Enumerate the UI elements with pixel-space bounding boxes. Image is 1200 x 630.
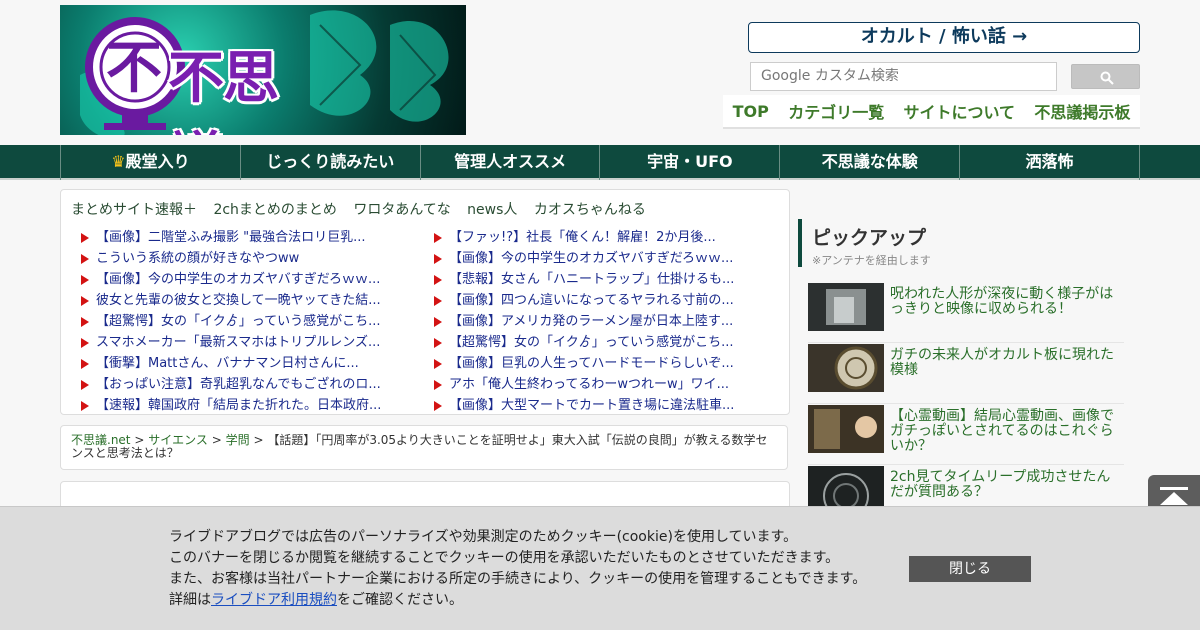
antenna-links-right: 【ファッ!?】社長「俺くん！解雇！2か月後... 【画像】今の中学生のオカズヤバ…: [434, 225, 784, 414]
pickup-subtitle: ※アンテナを経由します: [812, 254, 931, 267]
cookie-banner: ライブドアブログでは広告のパーソナライズや効果測定のためクッキー(cookie)…: [0, 506, 1200, 630]
antenna-link[interactable]: 【画像】今の中学生のオカズヤバすぎだろｗｗ...: [81, 267, 431, 288]
cookie-message: ライブドアブログでは広告のパーソナライズや効果測定のためクッキー(cookie)…: [169, 527, 866, 611]
pickup-item[interactable]: 【心霊動画】結局心霊動画、画像でガチっぽいとされてるのはこれぐらいか？: [808, 405, 1124, 465]
antenna-tab[interactable]: 2chまとめのまとめ: [213, 202, 336, 218]
antenna-link[interactable]: 【おっぱい注意】奇乳超乳なんでもござれのロ...: [81, 372, 431, 393]
antenna-tab[interactable]: まとめサイト速報＋: [71, 202, 197, 218]
site-logo[interactable]: 不 不思議.NET: [60, 5, 466, 135]
cookie-line: このバナーを閉じるか閲覧を継続することでクッキーの使用を承認いただいたものとさせ…: [169, 550, 840, 566]
antenna-tabs: まとめサイト速報＋ 2chまとめのまとめ ワロタあんてな news人 カオスちゃ…: [71, 199, 658, 219]
arrow-right-icon: [434, 253, 442, 264]
arrow-right-icon: [434, 274, 442, 285]
antenna-link[interactable]: 【画像】四つん這いになってるヤラれる寸前の...: [434, 288, 784, 309]
category-sharekowa[interactable]: 洒落怖: [960, 145, 1140, 180]
antenna-link[interactable]: 【悲報】女さん「ハニートラップ」仕掛けるも...: [434, 267, 784, 288]
category-bar: ♛殿堂入り じっくり読みたい 管理人オススメ 宇宙・UFO 不思議な体験 洒落怖: [0, 145, 1200, 180]
pickup-item[interactable]: 呪われた人形が深夜に動く様子がはっきりと映像に収められる！: [808, 283, 1124, 343]
antenna-link[interactable]: 【速報】韓国政府「結局また折れた。日本政府...: [81, 393, 431, 414]
antenna-link[interactable]: 【画像】今の中学生のオカズヤバすぎだろｗｗ...: [434, 246, 784, 267]
breadcrumb-category[interactable]: サイエンス: [148, 433, 208, 447]
antenna-tab[interactable]: news人: [467, 202, 517, 218]
category-space-ufo[interactable]: 宇宙・UFO: [600, 145, 781, 180]
nav-top[interactable]: TOP: [733, 102, 769, 121]
breadcrumb: 不思議.net > サイエンス > 学問 > 【話題】「円周率が3.05より大き…: [60, 425, 788, 470]
arrow-right-icon: [434, 232, 442, 243]
antenna-link[interactable]: 【画像】二階堂ふみ撮影 "最強合法ロリ巨乳...: [81, 225, 431, 246]
breadcrumb-separator: >: [253, 433, 264, 447]
nav-about[interactable]: サイトについて: [904, 99, 1016, 123]
pickup-thumbnail: [808, 283, 884, 331]
antenna-link[interactable]: 【超驚愕】女の「イクゟ」っていう感覚がこち...: [434, 330, 784, 351]
arrow-right-icon: [81, 274, 89, 285]
logo-text: 不思議.NET: [168, 45, 375, 135]
arrow-right-icon: [81, 337, 89, 348]
category-label: 殿堂入り: [125, 152, 190, 171]
breadcrumb-separator: >: [211, 433, 222, 447]
arrow-right-icon: [434, 295, 442, 306]
arrow-right-icon: [81, 379, 89, 390]
pickup-title-link: 【心霊動画】結局心霊動画、画像でガチっぽいとされてるのはこれぐらいか？: [890, 408, 1114, 454]
pickup-title: ピックアップ: [812, 227, 927, 249]
arrow-right-icon: [81, 316, 89, 327]
pickup-title-link: ガチの未来人がオカルト板に現れた模様: [890, 347, 1114, 378]
pickup-title-link: 呪われた人形が深夜に動く様子がはっきりと映像に収められる！: [890, 286, 1114, 317]
search-icon: [1100, 71, 1114, 85]
arrow-right-icon: [434, 337, 442, 348]
breadcrumb-separator: >: [134, 433, 145, 447]
antenna-tab[interactable]: カオスちゃんねる: [534, 202, 646, 218]
antenna-link[interactable]: こういう系統の顔が好きなやつww: [81, 246, 431, 267]
site-header: 不 不思議.NET オカルト / 怖い話 → Google カスタム検索 TOP…: [0, 0, 1200, 145]
antenna-link[interactable]: 【超驚愕】女の「イクゟ」っていう感覚がこち...: [81, 309, 431, 330]
search-input[interactable]: Google カスタム検索: [750, 62, 1057, 91]
breadcrumb-home[interactable]: 不思議.net: [71, 433, 131, 447]
antenna-link[interactable]: 【画像】巨乳の人生ってハードモードらしいぞ...: [434, 351, 784, 372]
top-nav: TOP カテゴリ一覧 サイトについて 不思議掲示板: [723, 95, 1140, 129]
crown-icon: ♛: [111, 152, 126, 171]
arrow-right-icon: [434, 358, 442, 369]
pickup-thumbnail: [808, 405, 884, 453]
pickup-thumbnail: [808, 344, 884, 392]
cookie-line: ライブドアブログでは広告のパーソナライズや効果測定のためクッキー(cookie)…: [169, 529, 798, 545]
antenna-links-left: 【画像】二階堂ふみ撮影 "最強合法ロリ巨乳... こういう系統の顔が好きなやつw…: [81, 225, 431, 414]
search-button[interactable]: [1071, 64, 1140, 89]
arrow-right-icon: [81, 400, 89, 411]
nav-category-list[interactable]: カテゴリ一覧: [788, 99, 884, 123]
occult-link-button[interactable]: オカルト / 怖い話 →: [748, 22, 1140, 53]
cookie-line: また、お客様は当社パートナー企業における所定の手続きにより、クッキーの使用を管理…: [169, 571, 867, 587]
antenna-link[interactable]: 彼女と先輩の彼女と交換して一晩ヤッてきた結...: [81, 288, 431, 309]
breadcrumb-subcategory[interactable]: 学問: [226, 433, 250, 447]
antenna-box: まとめサイト速報＋ 2chまとめのまとめ ワロタあんてな news人 カオスちゃ…: [60, 189, 790, 415]
arrow-right-icon: [434, 400, 442, 411]
antenna-link[interactable]: 【画像】アメリカ発のラーメン屋が日本上陸す...: [434, 309, 784, 330]
svg-text:不: 不: [106, 35, 162, 101]
arrow-right-icon: [81, 253, 89, 264]
nav-board[interactable]: 不思議掲示板: [1034, 99, 1130, 123]
arrow-right-icon: [81, 358, 89, 369]
antenna-link[interactable]: 【画像】大型マートでカート置き場に違法駐車...: [434, 393, 784, 414]
antenna-link[interactable]: アホ「俺人生終わってるわーwつれーw」ワイ...: [434, 372, 784, 393]
category-strange-experience[interactable]: 不思議な体験: [780, 145, 961, 180]
pickup-header: ピックアップ ※アンテナを経由します: [798, 219, 1128, 267]
category-long-read[interactable]: じっくり読みたい: [241, 145, 421, 180]
pickup-item[interactable]: ガチの未来人がオカルト板に現れた模様: [808, 344, 1124, 404]
arrow-right-icon: [81, 295, 89, 306]
antenna-link[interactable]: 【衝撃】Mattさん、バナナマン日村さんに...: [81, 351, 431, 372]
arrow-right-icon: [434, 316, 442, 327]
close-cookie-button[interactable]: 閉じる: [909, 556, 1031, 582]
antenna-link[interactable]: 【ファッ!?】社長「俺くん！解雇！2か月後...: [434, 225, 784, 246]
arrow-right-icon: [434, 379, 442, 390]
antenna-tab[interactable]: ワロタあんてな: [353, 202, 450, 218]
pickup-title-link: 2ch見てタイムリープ成功させたんだが質問ある？: [890, 469, 1111, 500]
arrow-right-icon: [81, 232, 89, 243]
terms-link[interactable]: ライブドア利用規約: [211, 592, 337, 608]
category-hall-of-fame[interactable]: ♛殿堂入り: [61, 145, 241, 180]
antenna-link[interactable]: スマホメーカー「最新スマホはトリプルレンズ...: [81, 330, 431, 351]
cookie-line: 詳細はライブドア利用規約をご確認ください。: [169, 592, 463, 608]
category-admin-pick[interactable]: 管理人オススメ: [421, 145, 601, 180]
